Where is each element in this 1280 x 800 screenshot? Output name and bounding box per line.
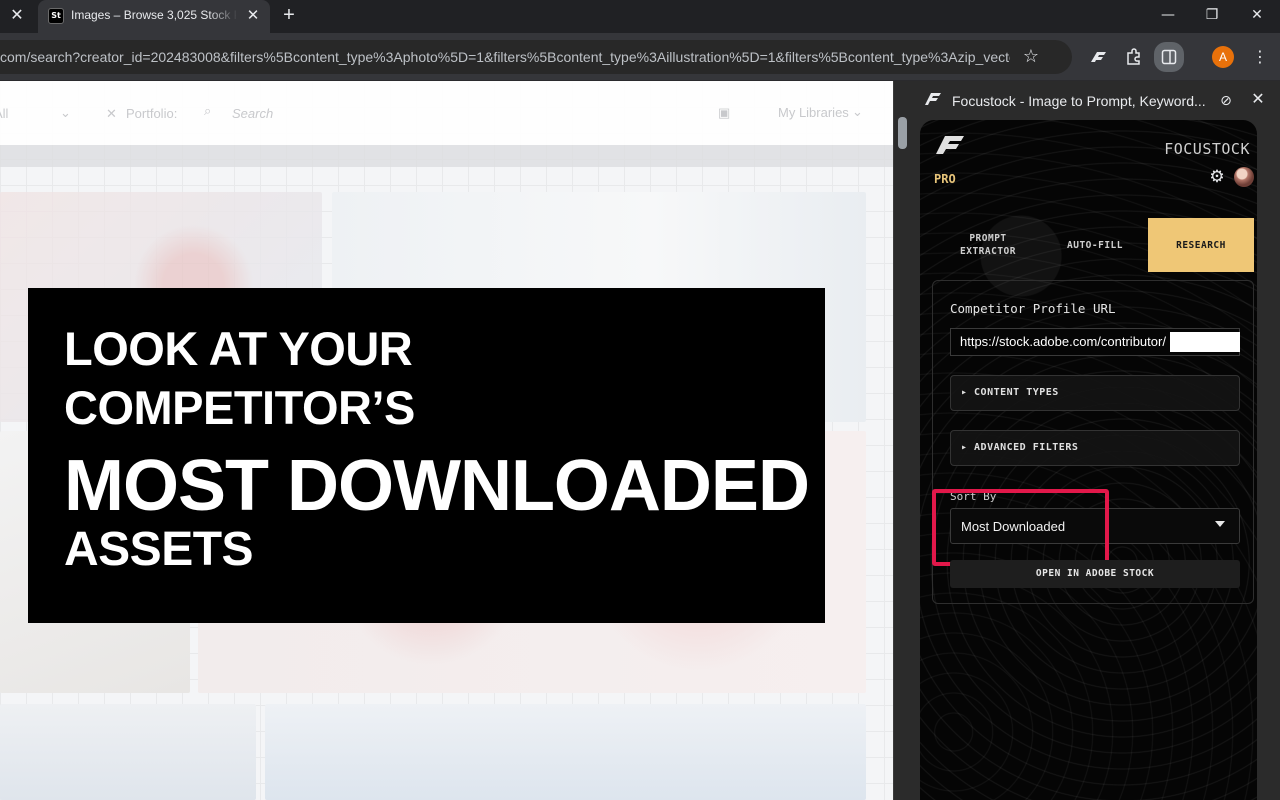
bookmark-star-icon[interactable]: ☆	[1020, 46, 1042, 68]
banner-line-3: MOST DOWNLOADED	[64, 446, 810, 526]
page-header: All ⌄ ✕ Portfolio: ⌕ Search ▣ My Librari…	[0, 81, 893, 145]
extensions-puzzle-icon[interactable]	[1122, 45, 1146, 69]
banner-line-4: ASSETS	[64, 523, 254, 576]
tab-strip: ✕ St Images – Browse 3,025 Stock Photos …	[0, 0, 1280, 33]
highlight-box	[932, 489, 1109, 566]
unpin-icon[interactable]: ⊘	[1216, 91, 1236, 111]
visual-search-icon[interactable]: ▣	[718, 105, 730, 121]
tab-auto-fill[interactable]: AUTO-FILL	[1042, 218, 1148, 272]
competitor-url-label: Competitor Profile URL	[950, 301, 1116, 316]
focustock-brand-logo-icon	[934, 134, 966, 156]
clear-icon[interactable]: ✕	[106, 106, 117, 122]
search-icon[interactable]: ⌕	[204, 104, 211, 119]
side-panel-toggle-icon[interactable]	[1154, 42, 1184, 72]
tab-title-fade	[208, 0, 238, 33]
open-in-adobe-stock-button[interactable]: OPEN IN ADOBE STOCK	[950, 560, 1240, 588]
user-avatar[interactable]	[1234, 167, 1254, 187]
tab-prompt-extractor[interactable]: PROMPT EXTRACTOR	[932, 218, 1044, 272]
header-portfolio: Portfolio:	[126, 106, 178, 121]
header-all-filter[interactable]: All	[0, 106, 8, 121]
promo-banner: LOOK AT YOUR COMPETITOR’S MOST DOWNLOADE…	[28, 288, 825, 623]
focustock-extension: FOCUSTOCK PRO ⚙ PROMPT EXTRACTOR AUTO-FIL…	[920, 120, 1257, 800]
side-panel: Focustock - Image to Prompt, Keyword... …	[893, 81, 1280, 800]
close-previous-tab-icon[interactable]: ✕	[8, 7, 26, 25]
profile-avatar[interactable]: A	[1212, 46, 1234, 68]
my-libraries-menu[interactable]: My Libraries	[778, 105, 849, 120]
restore-icon[interactable]: ❐	[1200, 4, 1224, 26]
focustock-extension-icon[interactable]	[1086, 45, 1110, 69]
side-panel-title: Focustock - Image to Prompt, Keyword...	[952, 93, 1206, 109]
page-scrollbar[interactable]	[894, 81, 912, 800]
thumbnail-bottom-right[interactable]	[265, 704, 866, 800]
brand-name: FOCUSTOCK	[1164, 140, 1250, 158]
thumbnail-bottom-left[interactable]	[0, 704, 256, 800]
window-close-icon[interactable]: ✕	[1245, 4, 1269, 26]
tab-close-icon[interactable]: ✕	[244, 7, 262, 25]
banner-line-2: COMPETITOR’S	[64, 381, 415, 434]
search-input[interactable]: Search	[232, 106, 273, 121]
settings-gear-icon[interactable]: ⚙	[1208, 168, 1226, 186]
redacted-id	[1170, 332, 1240, 352]
chevron-down-icon[interactable]: ⌄	[60, 105, 71, 121]
new-tab-plus-icon[interactable]: +	[278, 4, 300, 26]
advanced-filters-toggle[interactable]: ▸ ADVANCED FILTERS	[950, 430, 1240, 466]
address-bar[interactable]: com/search?creator_id=202483008&filters%…	[0, 40, 1072, 74]
dropdown-caret-icon	[1215, 521, 1225, 527]
content-types-toggle[interactable]: ▸ CONTENT TYPES	[950, 375, 1240, 411]
browser-menu-icon[interactable]: ⋮	[1250, 45, 1270, 69]
minimize-icon[interactable]: —	[1156, 4, 1180, 26]
browser-toolbar: com/search?creator_id=202483008&filters%…	[0, 33, 1280, 81]
plan-badge: PRO	[934, 172, 956, 186]
tab-active[interactable]: St Images – Browse 3,025 Stock Photos ✕	[38, 0, 270, 33]
adobe-stock-favicon-icon: St	[48, 8, 64, 24]
address-bar-url[interactable]: com/search?creator_id=202483008&filters%…	[0, 49, 1010, 65]
banner-line-1: LOOK AT YOUR	[64, 322, 413, 375]
libraries-chevron-icon[interactable]: ⌄	[852, 104, 863, 120]
filter-bar	[0, 145, 893, 167]
focustock-logo-icon	[924, 92, 942, 108]
tab-research[interactable]: RESEARCH	[1148, 218, 1254, 272]
scrollbar-thumb[interactable]	[898, 117, 907, 149]
side-panel-close-icon[interactable]: ✕	[1248, 90, 1268, 110]
